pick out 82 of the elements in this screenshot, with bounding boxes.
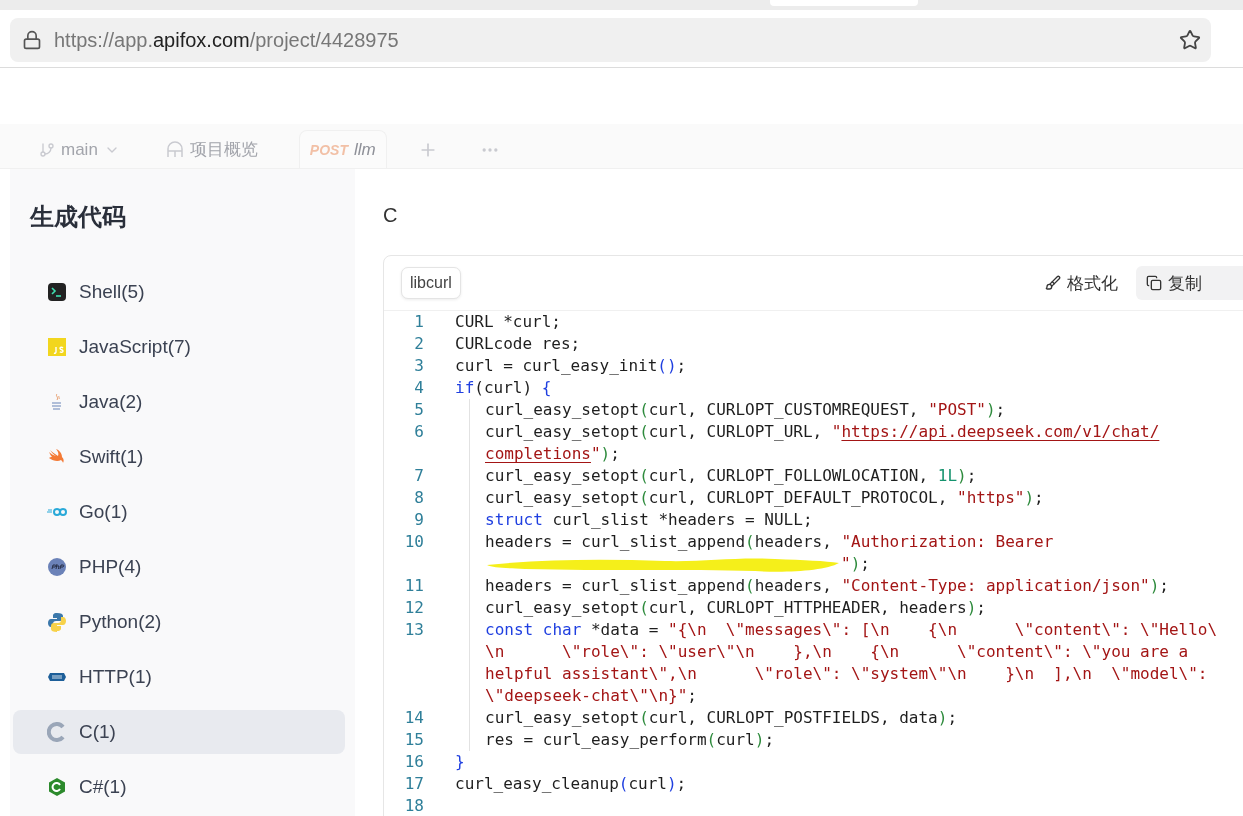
language-item[interactable]: HTTP(1) — [13, 655, 345, 699]
code-line: CURL *curl; — [455, 311, 561, 333]
line-number: 5 — [413, 399, 424, 421]
method-label: POST — [309, 141, 348, 158]
branch-icon — [39, 141, 55, 158]
copy-button[interactable]: 复制 — [1136, 266, 1243, 300]
language-label: Shell(5) — [79, 281, 145, 303]
code-line: curl_easy_setopt(curl, CURLOPT_CUSTOMREQUEST, "POST"); — [485, 399, 1006, 421]
language-label: JavaScript(7) — [79, 336, 191, 358]
language-item[interactable]: Swift(1) — [13, 435, 345, 479]
code-line: \"deepseek-chat\"\n}"; — [485, 685, 697, 707]
tab-label: llm — [354, 139, 376, 160]
language-item[interactable]: Python(2) — [13, 600, 345, 644]
language-label: Swift(1) — [79, 446, 144, 468]
code-line: } — [455, 751, 465, 773]
line-number: 11 — [403, 575, 424, 597]
format-button[interactable]: 格式化 — [1035, 266, 1128, 300]
url-text: https://app.apifox.com/project/4428975 — [54, 28, 400, 52]
language-item[interactable]: C(1) — [13, 710, 345, 754]
code-line: curl_easy_setopt(curl, CURLOPT_URL, "https://api.deepseek.com/v1/chat/ — [485, 421, 1160, 443]
address-bar[interactable]: https://app.apifox.com/project/4428975 — [10, 18, 1211, 62]
tab-label: 项目概览 — [189, 139, 258, 161]
php-logo-icon — [47, 557, 67, 577]
lock-icon — [22, 30, 42, 50]
line-number: 2 — [413, 333, 424, 355]
c-logo-icon — [47, 722, 67, 742]
line-number: 4 — [413, 377, 424, 399]
code-line: curl = curl_easy_init(); — [455, 355, 687, 377]
language-heading: C — [383, 203, 399, 227]
arch-icon — [165, 140, 184, 159]
bookmark-star-icon[interactable] — [1179, 29, 1201, 51]
line-number: 1 — [413, 311, 424, 333]
code-line: res = curl_easy_perform(curl); — [485, 729, 774, 751]
code-line: helpful assistant\",\n \"role\": \"system\"\n }\n ],\n \"model\": — [485, 663, 1208, 685]
line-number: 17 — [403, 773, 424, 795]
terminal-icon — [47, 282, 67, 302]
dialog-title: 生成代码 — [30, 202, 127, 232]
language-item[interactable]: PHP(4) — [13, 545, 345, 589]
line-number: 15 — [403, 729, 424, 751]
code-line: curl_easy_setopt(curl, CURLOPT_FOLLOWLOCATION, 1L); — [485, 465, 977, 487]
line-number: 8 — [413, 487, 424, 509]
line-number: 7 — [413, 465, 424, 487]
code-line: const char *data = "{\n \"messages\": [\n {\n \"content\": \"Hello\ — [485, 619, 1218, 641]
line-number: 12 — [403, 597, 424, 619]
code-line: "); — [841, 553, 870, 575]
language-item[interactable]: Shell(5) — [13, 270, 345, 314]
line-number: 18 — [403, 795, 424, 816]
variant-tab[interactable]: libcurl — [401, 267, 461, 299]
language-item[interactable]: C#(1) — [13, 765, 345, 809]
code-line: if(curl) { — [455, 377, 552, 399]
javascript-icon — [47, 337, 67, 357]
language-label: PHP(4) — [79, 556, 142, 578]
code-line: headers = curl_slist_append(headers, "Authorization: Bearer — [485, 531, 1054, 553]
language-label: HTTP(1) — [79, 666, 152, 688]
line-number: 9 — [413, 509, 424, 531]
code-line: curl_easy_setopt(curl, CURLOPT_HTTPHEADER, headers); — [485, 597, 986, 619]
language-label: C(1) — [79, 721, 116, 743]
code-line: completions"); — [485, 443, 620, 465]
line-number: 14 — [403, 707, 424, 729]
python-logo-icon — [47, 612, 67, 632]
language-item[interactable]: JavaScript(7) — [13, 325, 345, 369]
code-line: curl_easy_cleanup(curl); — [455, 773, 687, 795]
language-label: Java(2) — [79, 391, 143, 413]
language-item[interactable]: Go(1) — [13, 490, 345, 534]
language-item[interactable]: Java(2) — [13, 380, 345, 424]
line-number: 10 — [403, 531, 424, 553]
copy-icon — [1146, 275, 1162, 291]
code-line: struct curl_slist *headers = NULL; — [485, 509, 813, 531]
code-line: CURLcode res; — [455, 333, 581, 355]
code-line: headers = curl_slist_append(headers, "Content-Type: application/json"); — [485, 575, 1169, 597]
language-label: Go(1) — [79, 501, 128, 523]
language-label: C#(1) — [79, 776, 127, 798]
line-number: 3 — [413, 355, 424, 377]
brush-icon — [1045, 275, 1061, 291]
line-number: 6 — [413, 421, 424, 443]
code-line: \n \"role\": \"user\"\n },\n {\n \"content\": \"you are a — [485, 641, 1189, 663]
csharp-logo-icon — [47, 777, 67, 797]
code-line: curl_easy_setopt(curl, CURLOPT_DEFAULT_PROTOCOL, "https"); — [485, 487, 1044, 509]
line-number: 16 — [403, 751, 424, 773]
language-label: Python(2) — [79, 611, 162, 633]
code-line: curl_easy_setopt(curl, CURLOPT_POSTFIELDS, data); — [485, 707, 958, 729]
line-number: 13 — [403, 619, 424, 641]
